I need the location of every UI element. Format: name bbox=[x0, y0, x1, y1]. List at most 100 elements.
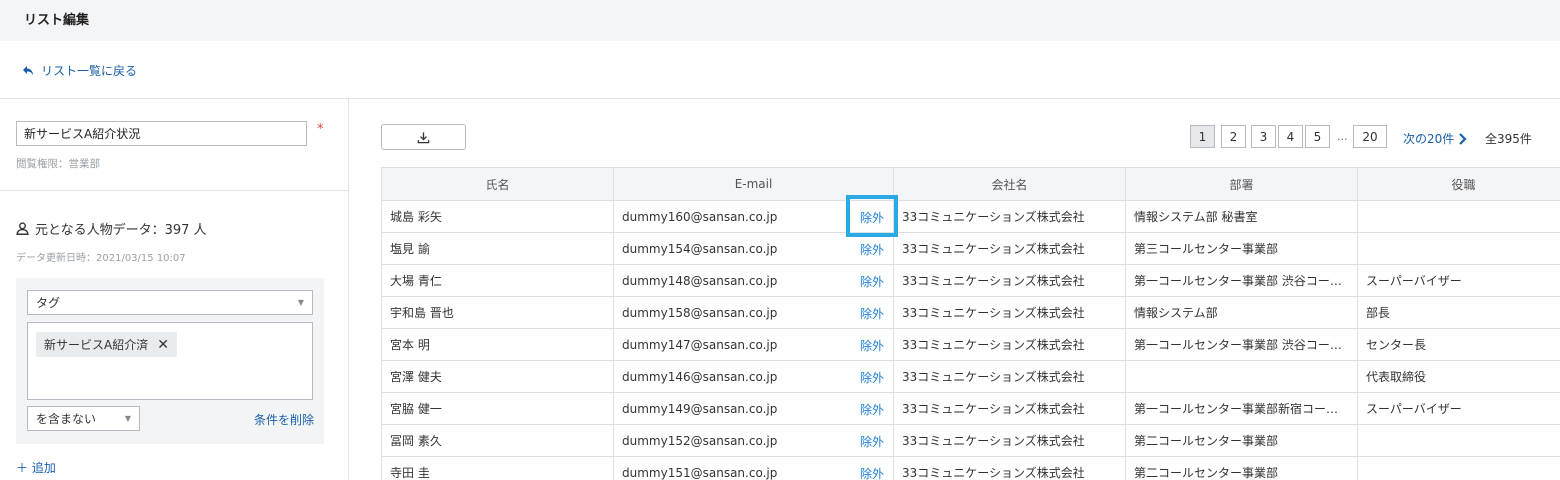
email-text: dummy154@sansan.co.jp bbox=[622, 241, 778, 256]
table-row[interactable]: 宮本 明 dummy147@sansan.co.jp 除外 33コミュニケーションズ株… bbox=[381, 328, 1560, 361]
table-row[interactable]: 城島 彩矢 dummy160@sansan.co.jp 除外 33コミュニケーションズ… bbox=[381, 200, 1560, 233]
email-text: dummy152@sansan.co.jp bbox=[622, 433, 778, 448]
cell-department: 第一コールセンター事業部 渋谷コー… bbox=[1125, 328, 1358, 361]
cell-company: 33コミュニケーションズ株式会社 bbox=[893, 232, 1126, 265]
cell-title: スーパーバイザー bbox=[1357, 264, 1560, 297]
add-condition-link[interactable]: ＋ 追加 bbox=[16, 459, 56, 476]
next-page-link[interactable]: 次の20件 bbox=[1403, 130, 1467, 147]
exclude-link[interactable]: 除外 bbox=[860, 273, 884, 290]
close-icon[interactable]: ✕ bbox=[157, 337, 169, 353]
table-row[interactable]: 大場 青仁 dummy148@sansan.co.jp 除外 33コミュニケーションズ… bbox=[381, 264, 1560, 297]
cell-company: 33コミュニケーションズ株式会社 bbox=[893, 328, 1126, 361]
condition-operator-value: を含まない bbox=[36, 412, 97, 426]
table-row[interactable]: 寺田 圭 dummy151@sansan.co.jp 除外 33コミュニケーションズ株… bbox=[381, 456, 1560, 480]
email-text: dummy151@sansan.co.jp bbox=[622, 465, 778, 480]
caret-down-icon: ▼ bbox=[297, 298, 304, 307]
column-header-name[interactable]: 氏名 bbox=[381, 167, 614, 201]
cell-email: dummy154@sansan.co.jp 除外 bbox=[613, 232, 894, 265]
cell-name: 城島 彩矢 bbox=[381, 200, 614, 233]
cell-title: 代表取締役 bbox=[1357, 360, 1560, 393]
email-text: dummy149@sansan.co.jp bbox=[622, 401, 778, 416]
table-row[interactable]: 宮澤 健夫 dummy146@sansan.co.jp 除外 33コミュニケーションズ… bbox=[381, 360, 1560, 393]
download-icon bbox=[417, 131, 430, 143]
table-row[interactable]: 塩見 諭 dummy154@sansan.co.jp 除外 33コミュニケーションズ株… bbox=[381, 232, 1560, 265]
cell-title bbox=[1357, 456, 1560, 480]
sidebar-section-divider bbox=[0, 190, 348, 191]
cell-department: 第三コールセンター事業部 bbox=[1125, 232, 1358, 265]
page-button-5[interactable]: 5 bbox=[1305, 125, 1330, 148]
page-title: リスト編集 bbox=[24, 13, 90, 28]
back-to-list-link[interactable]: リスト一覧に戻る bbox=[22, 62, 137, 79]
cell-name: 寺田 圭 bbox=[381, 456, 614, 480]
exclude-link[interactable]: 除外 bbox=[860, 369, 884, 386]
email-text: dummy147@sansan.co.jp bbox=[622, 337, 778, 352]
divider bbox=[0, 98, 1560, 99]
exclude-link[interactable]: 除外 bbox=[860, 305, 884, 322]
person-icon bbox=[16, 222, 29, 235]
email-text: dummy160@sansan.co.jp bbox=[622, 209, 778, 224]
cell-email: dummy158@sansan.co.jp 除外 bbox=[613, 296, 894, 329]
list-name-input[interactable] bbox=[16, 121, 307, 146]
data-updated-time: データ更新日時：2021/03/15 10:07 bbox=[16, 253, 186, 264]
exclude-link[interactable]: 除外 bbox=[860, 401, 884, 418]
cell-title: スーパーバイザー bbox=[1357, 392, 1560, 425]
exclude-link[interactable]: 除外 bbox=[860, 465, 884, 480]
back-arrow-icon bbox=[23, 65, 33, 75]
page-header: リスト編集 bbox=[0, 0, 1560, 41]
cell-company: 33コミュニケーションズ株式会社 bbox=[893, 360, 1126, 393]
cell-department: 情報システム部 秘書室 bbox=[1125, 200, 1358, 233]
page-button-1[interactable]: 1 bbox=[1190, 125, 1215, 148]
tag-chip-label: 新サービスA紹介済 bbox=[44, 338, 149, 352]
cell-email: dummy160@sansan.co.jp 除外 bbox=[613, 200, 894, 233]
cell-company: 33コミュニケーションズ株式会社 bbox=[893, 456, 1126, 480]
download-button[interactable] bbox=[381, 124, 466, 150]
cell-email: dummy152@sansan.co.jp 除外 bbox=[613, 424, 894, 457]
cell-company: 33コミュニケーションズ株式会社 bbox=[893, 264, 1126, 297]
cell-company: 33コミュニケーションズ株式会社 bbox=[893, 200, 1126, 233]
exclude-link[interactable]: 除外 bbox=[860, 337, 884, 354]
cell-department: 第二コールセンター事業部 bbox=[1125, 456, 1358, 480]
cell-title: センター長 bbox=[1357, 328, 1560, 361]
exclude-link[interactable]: 除外 bbox=[860, 209, 884, 226]
required-mark: * bbox=[317, 122, 324, 137]
permission-text: 閲覧権限：営業部 bbox=[16, 158, 100, 170]
exclude-link[interactable]: 除外 bbox=[860, 241, 884, 258]
delete-condition-link[interactable]: 条件を削除 bbox=[254, 411, 314, 428]
page-button-3[interactable]: 3 bbox=[1251, 125, 1276, 148]
tag-input-box[interactable]: 新サービスA紹介済 ✕ bbox=[27, 322, 313, 400]
email-text: dummy146@sansan.co.jp bbox=[622, 369, 778, 384]
cell-department: 情報システム部 bbox=[1125, 296, 1358, 329]
cell-title bbox=[1357, 200, 1560, 233]
column-header-company[interactable]: 会社名 bbox=[893, 167, 1126, 201]
column-header-department[interactable]: 部署 bbox=[1125, 167, 1358, 201]
cell-company: 33コミュニケーションズ株式会社 bbox=[893, 424, 1126, 457]
exclude-link[interactable]: 除外 bbox=[860, 433, 884, 450]
pager-ellipsis: ... bbox=[1337, 130, 1348, 143]
condition-field-value: タグ bbox=[36, 296, 61, 310]
cell-email: dummy149@sansan.co.jp 除外 bbox=[613, 392, 894, 425]
email-text: dummy148@sansan.co.jp bbox=[622, 273, 778, 288]
page-button-last[interactable]: 20 bbox=[1353, 125, 1387, 148]
column-header-email[interactable]: E-mail bbox=[613, 167, 894, 201]
total-count: 全395件 bbox=[1485, 132, 1532, 146]
condition-operator-select[interactable]: を含まない ▼ bbox=[27, 406, 140, 431]
column-header-title[interactable]: 役職 bbox=[1357, 167, 1560, 201]
page-button-4[interactable]: 4 bbox=[1278, 125, 1303, 148]
table-row[interactable]: 宮脇 健一 dummy149@sansan.co.jp 除外 33コミュニケーションズ… bbox=[381, 392, 1560, 425]
page-button-2[interactable]: 2 bbox=[1221, 125, 1246, 148]
cell-company: 33コミュニケーションズ株式会社 bbox=[893, 392, 1126, 425]
table-row[interactable]: 冨岡 素久 dummy152@sansan.co.jp 除外 33コミュニケーションズ… bbox=[381, 424, 1560, 457]
cell-email: dummy148@sansan.co.jp 除外 bbox=[613, 264, 894, 297]
cell-department: 第一コールセンター事業部新宿コール… bbox=[1125, 392, 1358, 425]
table-row[interactable]: 宇和島 晋也 dummy158@sansan.co.jp 除外 33コミュニケーション… bbox=[381, 296, 1560, 329]
condition-field-select[interactable]: タグ ▼ bbox=[27, 290, 313, 315]
source-data-info: 元となる人物データ：397 人 bbox=[16, 219, 207, 238]
email-text: dummy158@sansan.co.jp bbox=[622, 305, 778, 320]
cell-company: 33コミュニケーションズ株式会社 bbox=[893, 296, 1126, 329]
cell-title bbox=[1357, 232, 1560, 265]
cell-name: 大場 青仁 bbox=[381, 264, 614, 297]
tag-chip: 新サービスA紹介済 ✕ bbox=[36, 332, 177, 357]
cell-email: dummy146@sansan.co.jp 除外 bbox=[613, 360, 894, 393]
cell-name: 宇和島 晋也 bbox=[381, 296, 614, 329]
chevron-right-icon bbox=[1459, 132, 1467, 145]
